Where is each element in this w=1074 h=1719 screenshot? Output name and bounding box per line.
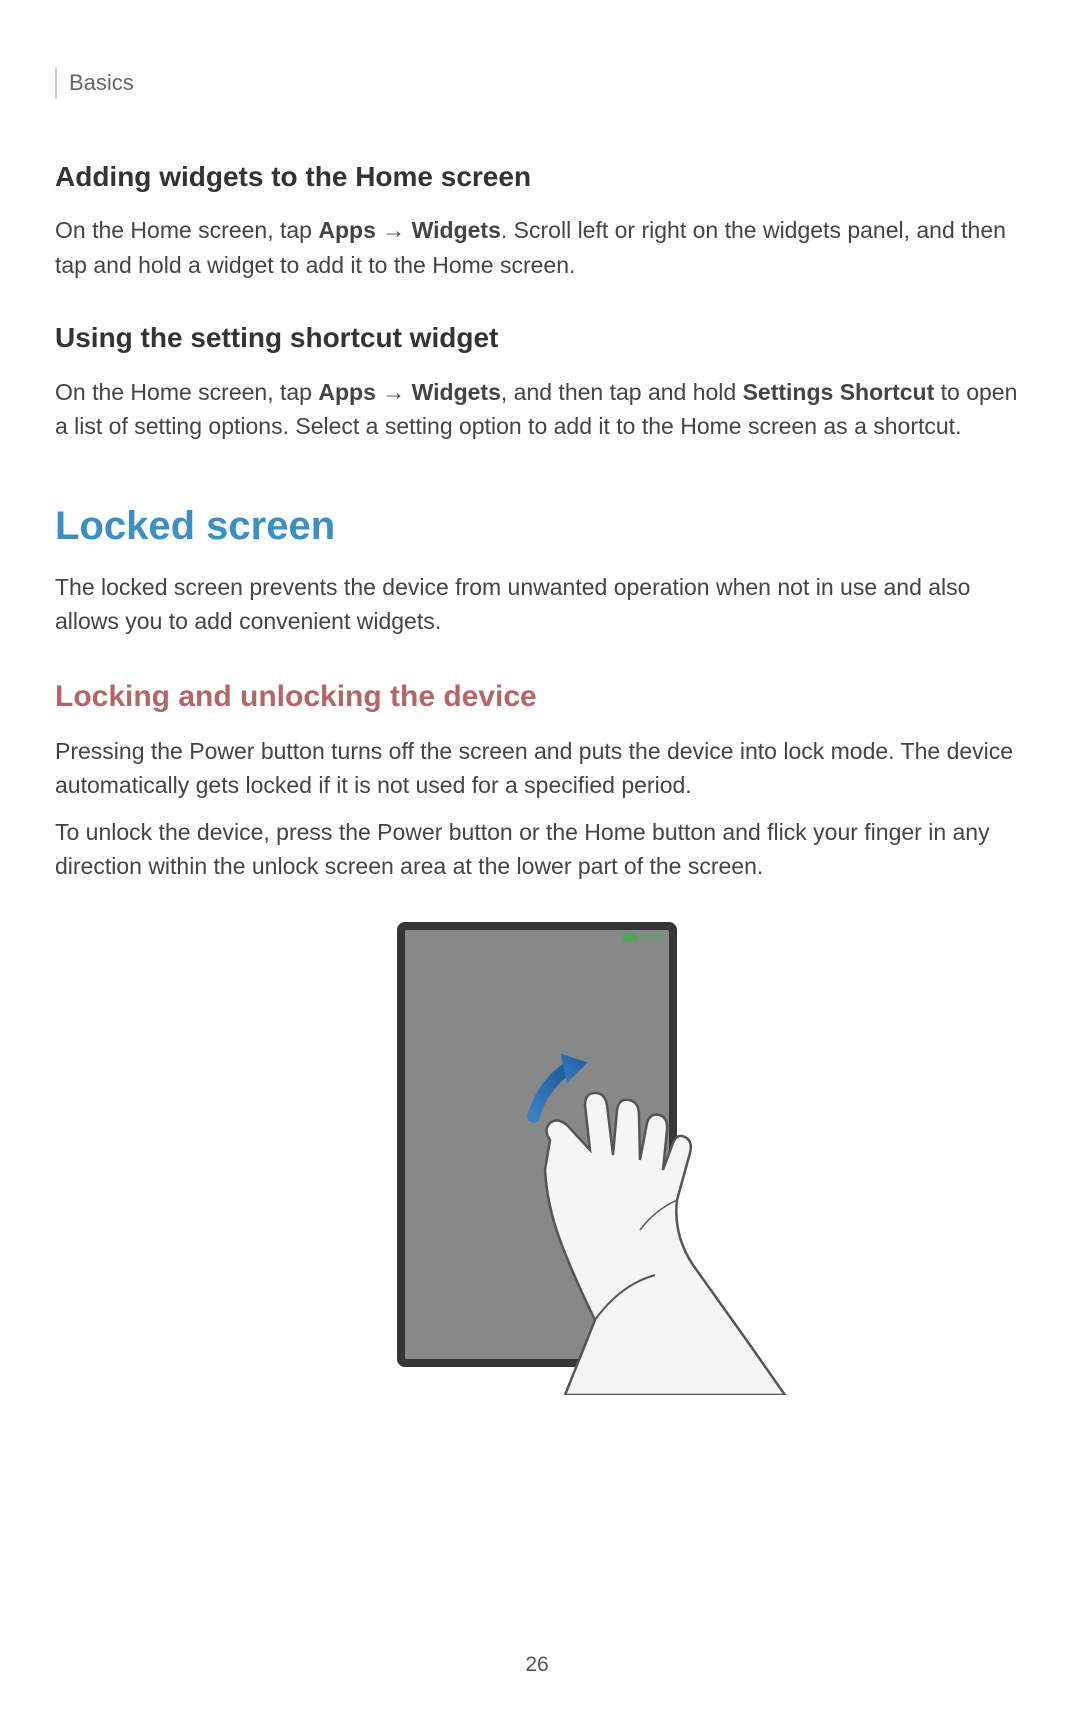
paragraph-locking-1: Pressing the Power button turns off the … (55, 734, 1019, 803)
paragraph-locked-screen: The locked screen prevents the device fr… (55, 570, 1019, 639)
device-illustration: 10:00 (55, 922, 1019, 1367)
heading-locking-unlocking: Locking and unlocking the device (55, 677, 1019, 716)
page-header-section: Basics (55, 68, 1019, 99)
paragraph-adding-widgets: On the Home screen, tap Apps → Widgets. … (55, 213, 1019, 282)
device-screen: 10:00 (405, 930, 669, 1359)
text-pre-2: On the Home screen, tap (55, 379, 318, 405)
status-bar: 10:00 (617, 930, 669, 944)
bold-apps-2: Apps (318, 379, 376, 405)
paragraph-locking-2: To unlock the device, press the Power bu… (55, 815, 1019, 884)
hand-swipe-illustration (455, 975, 805, 1395)
text-pre-1: On the Home screen, tap (55, 217, 318, 243)
bold-apps-1: Apps (318, 217, 376, 243)
heading-adding-widgets: Adding widgets to the Home screen (55, 159, 1019, 195)
swipe-arrow-icon (520, 1040, 610, 1130)
arrow-1: → (376, 217, 412, 243)
bold-widgets-2: Widgets (412, 379, 501, 405)
hand-icon (455, 975, 805, 1395)
heading-locked-screen: Locked screen (55, 502, 1019, 550)
bold-settings-shortcut: Settings Shortcut (743, 379, 935, 405)
heading-setting-shortcut: Using the setting shortcut widget (55, 320, 1019, 356)
page-number: 26 (525, 1653, 548, 1677)
battery-icon (623, 933, 637, 941)
paragraph-setting-shortcut: On the Home screen, tap Apps → Widgets, … (55, 375, 1019, 444)
bold-widgets-1: Widgets (412, 217, 501, 243)
arrow-2: → (376, 379, 412, 405)
device-frame: 10:00 (397, 922, 677, 1367)
status-time: 10:00 (640, 932, 663, 942)
text-mid-2: , and then tap and hold (501, 379, 743, 405)
